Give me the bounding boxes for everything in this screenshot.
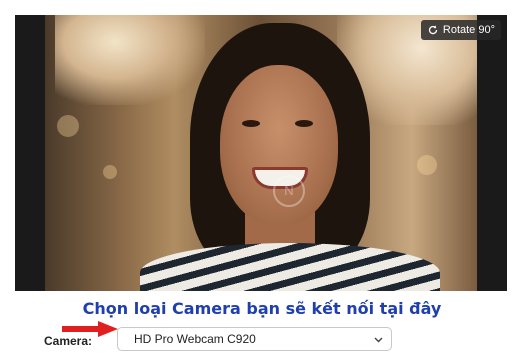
camera-label: Camera: — [44, 334, 93, 348]
bokeh-light — [57, 115, 79, 137]
striped-shirt — [140, 243, 440, 291]
rotate-90-button[interactable]: Rotate 90° — [420, 20, 501, 40]
watermark-logo: N — [273, 175, 305, 207]
person-eye-left — [242, 120, 260, 127]
bokeh-light — [417, 155, 437, 175]
background-window-light — [55, 15, 205, 105]
webcam-video-feed: N — [45, 15, 477, 291]
camera-preview: N Rotate 90° — [15, 15, 507, 291]
camera-selected-value: HD Pro Webcam C920 — [134, 332, 256, 346]
chevron-down-icon — [374, 337, 383, 343]
person-eye-right — [295, 120, 313, 127]
rotate-label: Rotate 90° — [442, 24, 495, 36]
bokeh-light — [103, 165, 117, 179]
camera-select-dropdown[interactable]: HD Pro Webcam C920 — [117, 327, 392, 351]
rotate-icon — [428, 25, 438, 35]
instruction-caption: Chọn loại Camera bạn sẽ kết nối tại đây — [82, 299, 442, 318]
